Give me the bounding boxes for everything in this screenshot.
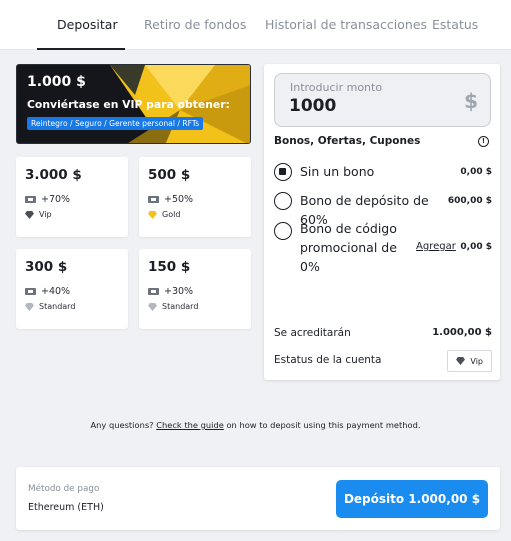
- option-value-promo-code: 0,00 $: [460, 242, 492, 252]
- tile-amount: 3.000 $: [25, 167, 82, 183]
- tile-level-label: Vip: [39, 210, 52, 219]
- tile-bonus-value: +70%: [41, 194, 71, 205]
- tile-bonus: +30%: [148, 286, 193, 297]
- gold-gem-icon: [148, 210, 157, 219]
- tile-bonus: +50%: [148, 194, 193, 205]
- credited-value: 1.000,00 $: [432, 327, 492, 338]
- option-value-no-bonus: 0,00 $: [460, 167, 492, 177]
- bonus-section-title: Bonos, Ofertas, Cupones: [274, 135, 421, 147]
- payment-method-value[interactable]: Ethereum (ETH): [28, 502, 104, 513]
- tile-level-label: Gold: [162, 210, 181, 219]
- tab-depositar[interactable]: Depositar: [57, 17, 118, 32]
- ticket-icon: [148, 288, 159, 295]
- amount-input[interactable]: [289, 96, 439, 116]
- option-label-no-bonus: Sin un bono: [300, 164, 375, 179]
- ticket-icon: [25, 288, 36, 295]
- tile-amount: 300 $: [25, 259, 68, 275]
- deposit-button[interactable]: Depósito 1.000,00 $: [336, 480, 488, 518]
- amount-field-label: Introducir monto: [290, 81, 383, 94]
- payment-footer: Método de pago Ethereum (ETH) Depósito 1…: [16, 467, 500, 530]
- credited-label: Se acreditarán: [274, 327, 351, 339]
- add-promo-code-link[interactable]: Agregar: [416, 241, 456, 252]
- amount-field[interactable]: Introducir monto $: [274, 73, 491, 127]
- banner-perks-badge: Reintegro / Seguro / Gerente personal / …: [27, 117, 204, 130]
- tab-bar: Depositar Retiro de fondos Historial de …: [0, 0, 511, 50]
- account-status-label: Estatus de la cuenta: [274, 354, 382, 366]
- tile-level: Standard: [25, 302, 75, 311]
- tile-level: Vip: [25, 210, 52, 219]
- help-suffix: on how to deposit using this payment met…: [226, 420, 421, 430]
- help-text: Any questions? Check the guide on how to…: [0, 420, 511, 430]
- tab-historial-de-transacciones[interactable]: Historial de transacciones: [265, 17, 427, 32]
- guide-link[interactable]: Check the guide: [156, 420, 224, 430]
- amount-tile-150[interactable]: 150 $ +30% Standard: [139, 249, 251, 329]
- tile-bonus: +40%: [25, 286, 70, 297]
- ticket-icon: [148, 196, 159, 203]
- vip-promo-banner[interactable]: 1.000 $ Conviértase en VIP para obtener:…: [16, 64, 251, 144]
- amount-tile-500[interactable]: 500 $ +50% Gold: [139, 157, 251, 237]
- account-status-value: Vip: [470, 356, 483, 366]
- radio-no-bonus[interactable]: [274, 163, 292, 181]
- currency-icon: $: [464, 89, 478, 113]
- radio-promo-code-bonus[interactable]: [274, 222, 292, 240]
- deposit-panel: Introducir monto $ Bonos, Ofertas, Cupon…: [264, 64, 500, 380]
- tile-bonus-value: +50%: [164, 194, 194, 205]
- option-value-deposit-bonus: 600,00 $: [447, 196, 492, 206]
- ticket-icon: [25, 196, 36, 203]
- banner-amount: 1.000 $: [27, 74, 86, 90]
- radio-deposit-bonus[interactable]: [274, 192, 292, 210]
- gem-icon: [148, 302, 157, 311]
- payment-method-label: Método de pago: [28, 484, 100, 494]
- tab-estatus[interactable]: Estatus: [432, 17, 478, 32]
- help-prefix: Any questions?: [90, 420, 154, 430]
- tile-level: Standard: [148, 302, 198, 311]
- gem-icon: [25, 302, 34, 311]
- info-icon[interactable]: !: [478, 136, 489, 147]
- active-tab-indicator: [37, 48, 125, 50]
- tab-retiro-de-fondos[interactable]: Retiro de fondos: [144, 17, 246, 32]
- tile-bonus-value: +40%: [41, 286, 71, 297]
- diamond-icon: [25, 210, 34, 219]
- tile-level-label: Standard: [162, 302, 199, 311]
- tile-bonus-value: +30%: [164, 286, 194, 297]
- tile-level: Gold: [148, 210, 180, 219]
- tile-amount: 150 $: [148, 259, 191, 275]
- diamond-icon: [456, 357, 466, 365]
- tile-bonus: +70%: [25, 194, 70, 205]
- option-label-promo-code: Bono de código promocional de 0%: [300, 221, 397, 274]
- banner-title: Conviértase en VIP para obtener:: [27, 98, 230, 111]
- tile-amount: 500 $: [148, 167, 191, 183]
- tile-level-label: Standard: [39, 302, 76, 311]
- amount-tile-300[interactable]: 300 $ +40% Standard: [16, 249, 128, 329]
- amount-tile-3000[interactable]: 3.000 $ +70% Vip: [16, 157, 128, 237]
- account-status-badge: Vip: [447, 350, 492, 372]
